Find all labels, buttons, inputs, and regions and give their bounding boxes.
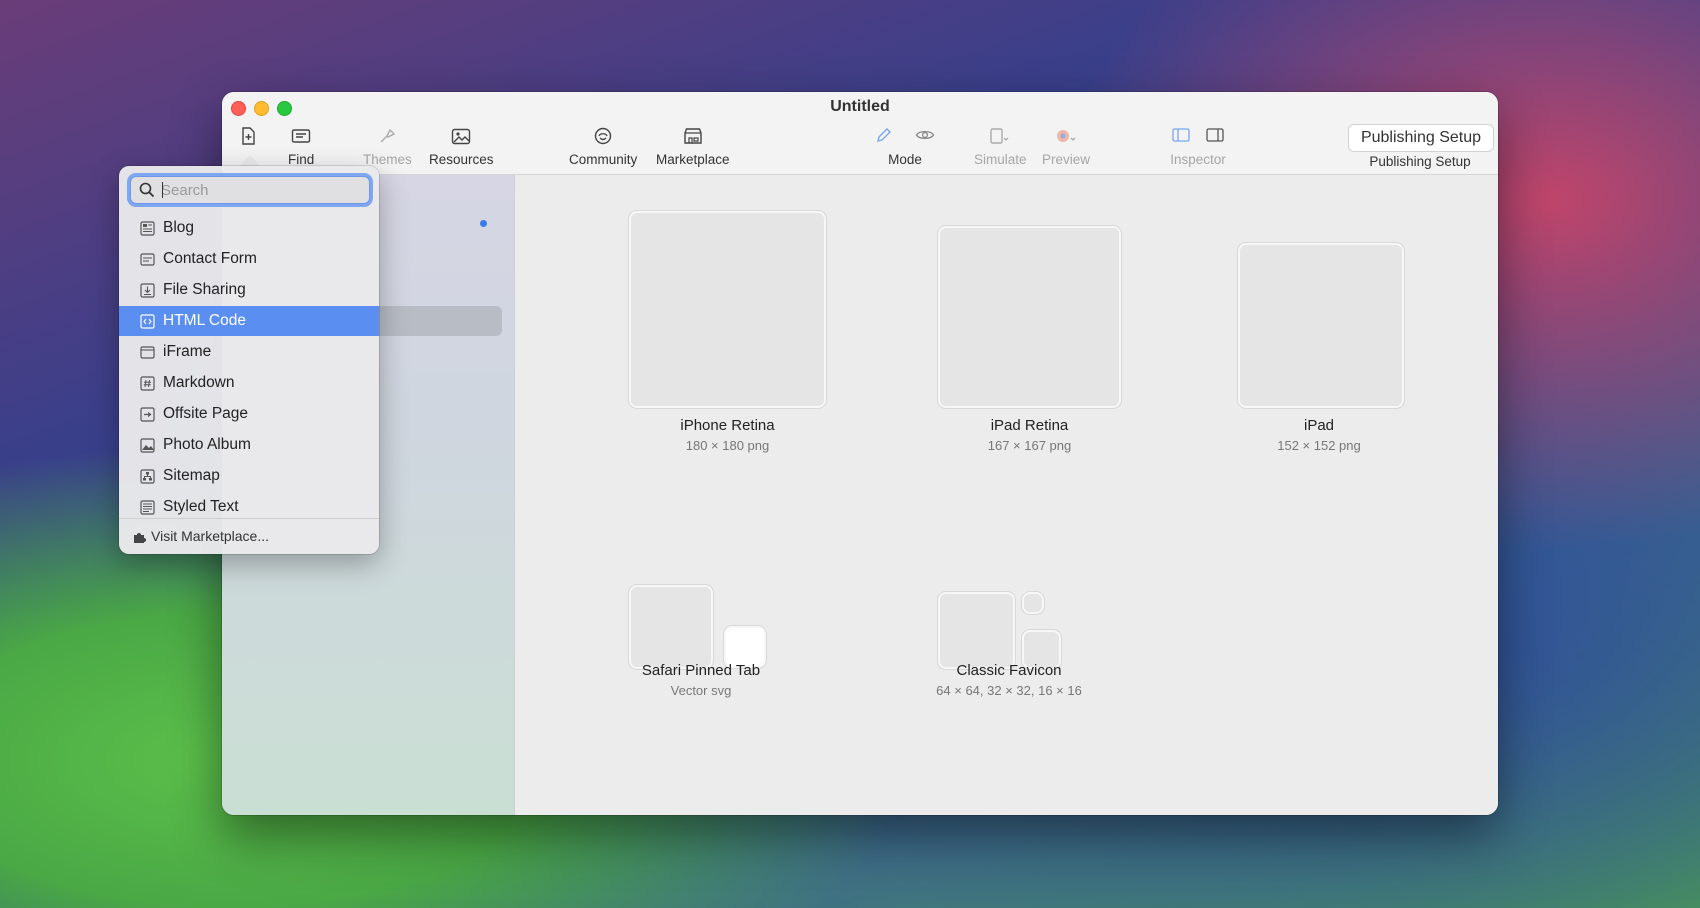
preview-eye-icon[interactable]: [915, 128, 935, 145]
resources-icon: [451, 126, 471, 146]
contact-form-icon: [139, 251, 155, 267]
icon-name: iPad: [1303, 417, 1335, 434]
menu-item-label: Offsite Page: [163, 405, 249, 422]
html-code-icon: [139, 313, 155, 329]
left-sidebar-toggle-icon[interactable]: [1172, 127, 1190, 145]
toolbar-inspector[interactable]: Inspector: [1163, 126, 1233, 167]
resources-label: Resources: [429, 152, 494, 167]
icon-detail: 167 × 167 png: [987, 438, 1072, 453]
icon-well-favicon-64[interactable]: [938, 592, 1015, 669]
menu-item-iframe[interactable]: iFrame: [119, 337, 379, 367]
file-sharing-icon: [139, 282, 155, 298]
icon-well-ipad-retina[interactable]: [938, 226, 1121, 408]
icon-detail: 180 × 180 png: [685, 438, 770, 453]
icon-name: iPhone Retina: [680, 417, 775, 434]
icon-well-iphone-retina[interactable]: [629, 211, 826, 408]
marketplace-icon: [683, 126, 703, 146]
menu-item-html-code[interactable]: HTML Code: [119, 306, 379, 336]
menu-item-label: Sitemap: [163, 467, 220, 484]
icon-detail: Vector svg: [670, 683, 732, 698]
menu-item-label: File Sharing: [163, 281, 246, 298]
menu-item-contact-form[interactable]: Contact Form: [119, 244, 379, 274]
window-title: Untitled: [830, 98, 890, 115]
menu-item-sitemap[interactable]: Sitemap: [119, 461, 379, 491]
publishing-setup-label: Publishing Setup: [1369, 154, 1471, 169]
titlebar: Untitled Find Themes Resources Community…: [222, 92, 1498, 175]
menu-item-label: Contact Form: [163, 250, 257, 267]
blog-icon: [139, 220, 155, 236]
community-label: Community: [569, 152, 638, 167]
sidebar-selected-row[interactable]: [372, 306, 502, 336]
popup-arrow: [240, 155, 260, 166]
sidebar-indicator-dot: [480, 220, 487, 227]
menu-item-label: HTML Code: [163, 312, 246, 329]
toolbar-add-page[interactable]: [240, 126, 256, 152]
visit-marketplace-label: Visit Marketplace...: [151, 528, 270, 544]
publishing-setup-button[interactable]: Publishing Setup: [1348, 124, 1494, 152]
search-input[interactable]: [161, 179, 361, 201]
simulate-device-icon: [989, 126, 1011, 146]
add-page-popup: Blog Contact Form File Sharing HTML Code…: [119, 166, 379, 554]
sitemap-icon: [139, 468, 155, 484]
toolbar-mode[interactable]: Mode: [850, 126, 960, 167]
search-icon: [139, 182, 155, 203]
icon-detail: 152 × 152 png: [1277, 438, 1361, 453]
popup-search-field[interactable]: [130, 176, 370, 204]
markdown-icon: [139, 375, 155, 391]
icon-well-safari-pinned-large[interactable]: [629, 585, 713, 669]
styled-text-icon: [139, 499, 155, 515]
menu-item-label: iFrame: [163, 343, 212, 360]
toolbar-community[interactable]: Community: [569, 126, 637, 167]
inspector-label: Inspector: [1170, 152, 1226, 167]
marketplace-label: Marketplace: [656, 152, 730, 167]
menu-item-offsite-page[interactable]: Offsite Page: [119, 399, 379, 429]
menu-item-label: Styled Text: [163, 498, 239, 515]
icon-name: Safari Pinned Tab: [641, 662, 761, 679]
add-page-icon: [240, 126, 256, 146]
menu-item-label: Markdown: [163, 374, 235, 391]
toolbar-themes[interactable]: Themes: [363, 126, 412, 167]
themes-label: Themes: [363, 152, 412, 167]
icon-name: Classic Favicon: [956, 662, 1062, 679]
toolbar-find[interactable]: Find: [288, 126, 314, 167]
simulate-label: Simulate: [974, 152, 1027, 167]
community-icon: [593, 126, 613, 146]
menu-item-label: Photo Album: [163, 436, 251, 453]
icon-detail: 64 × 64, 32 × 32, 16 × 16: [936, 683, 1082, 698]
toolbar-preview[interactable]: Preview: [1042, 126, 1090, 167]
photo-album-icon: [139, 437, 155, 453]
right-sidebar-toggle-icon[interactable]: [1206, 127, 1224, 145]
find-icon: [291, 126, 311, 146]
find-label: Find: [288, 152, 315, 167]
icon-well-favicon-16[interactable]: [1022, 592, 1044, 614]
themes-icon: [378, 126, 396, 146]
menu-item-file-sharing[interactable]: File Sharing: [119, 275, 379, 305]
mode-icons: [875, 126, 935, 146]
puzzle-piece-icon: [133, 530, 148, 543]
popup-divider: [119, 518, 379, 519]
preview-label: Preview: [1042, 152, 1091, 167]
toolbar-simulate[interactable]: Simulate: [974, 126, 1027, 167]
visit-marketplace-link[interactable]: Visit Marketplace...: [133, 528, 269, 544]
text-caret: [162, 182, 163, 198]
menu-item-markdown[interactable]: Markdown: [119, 368, 379, 398]
toolbar-marketplace[interactable]: Marketplace: [656, 126, 730, 167]
browser-preview-icon: [1054, 126, 1078, 146]
menu-item-label: Blog: [163, 219, 195, 236]
toolbar-resources[interactable]: Resources: [429, 126, 494, 167]
edit-pencil-icon[interactable]: [875, 126, 893, 147]
menu-item-blog[interactable]: Blog: [119, 213, 379, 243]
app-window: Untitled Find Themes Resources Community…: [222, 92, 1498, 815]
site-icons-panel: iPhone Retina 180 × 180 png iPad Retina …: [515, 175, 1498, 815]
sidebar-toggles: [1172, 126, 1224, 146]
icon-name: iPad Retina: [990, 417, 1069, 434]
icon-well-ipad[interactable]: [1238, 243, 1404, 408]
menu-item-photo-album[interactable]: Photo Album: [119, 430, 379, 460]
mode-label: Mode: [888, 152, 922, 167]
offsite-page-icon: [139, 406, 155, 422]
iframe-icon: [139, 344, 155, 360]
